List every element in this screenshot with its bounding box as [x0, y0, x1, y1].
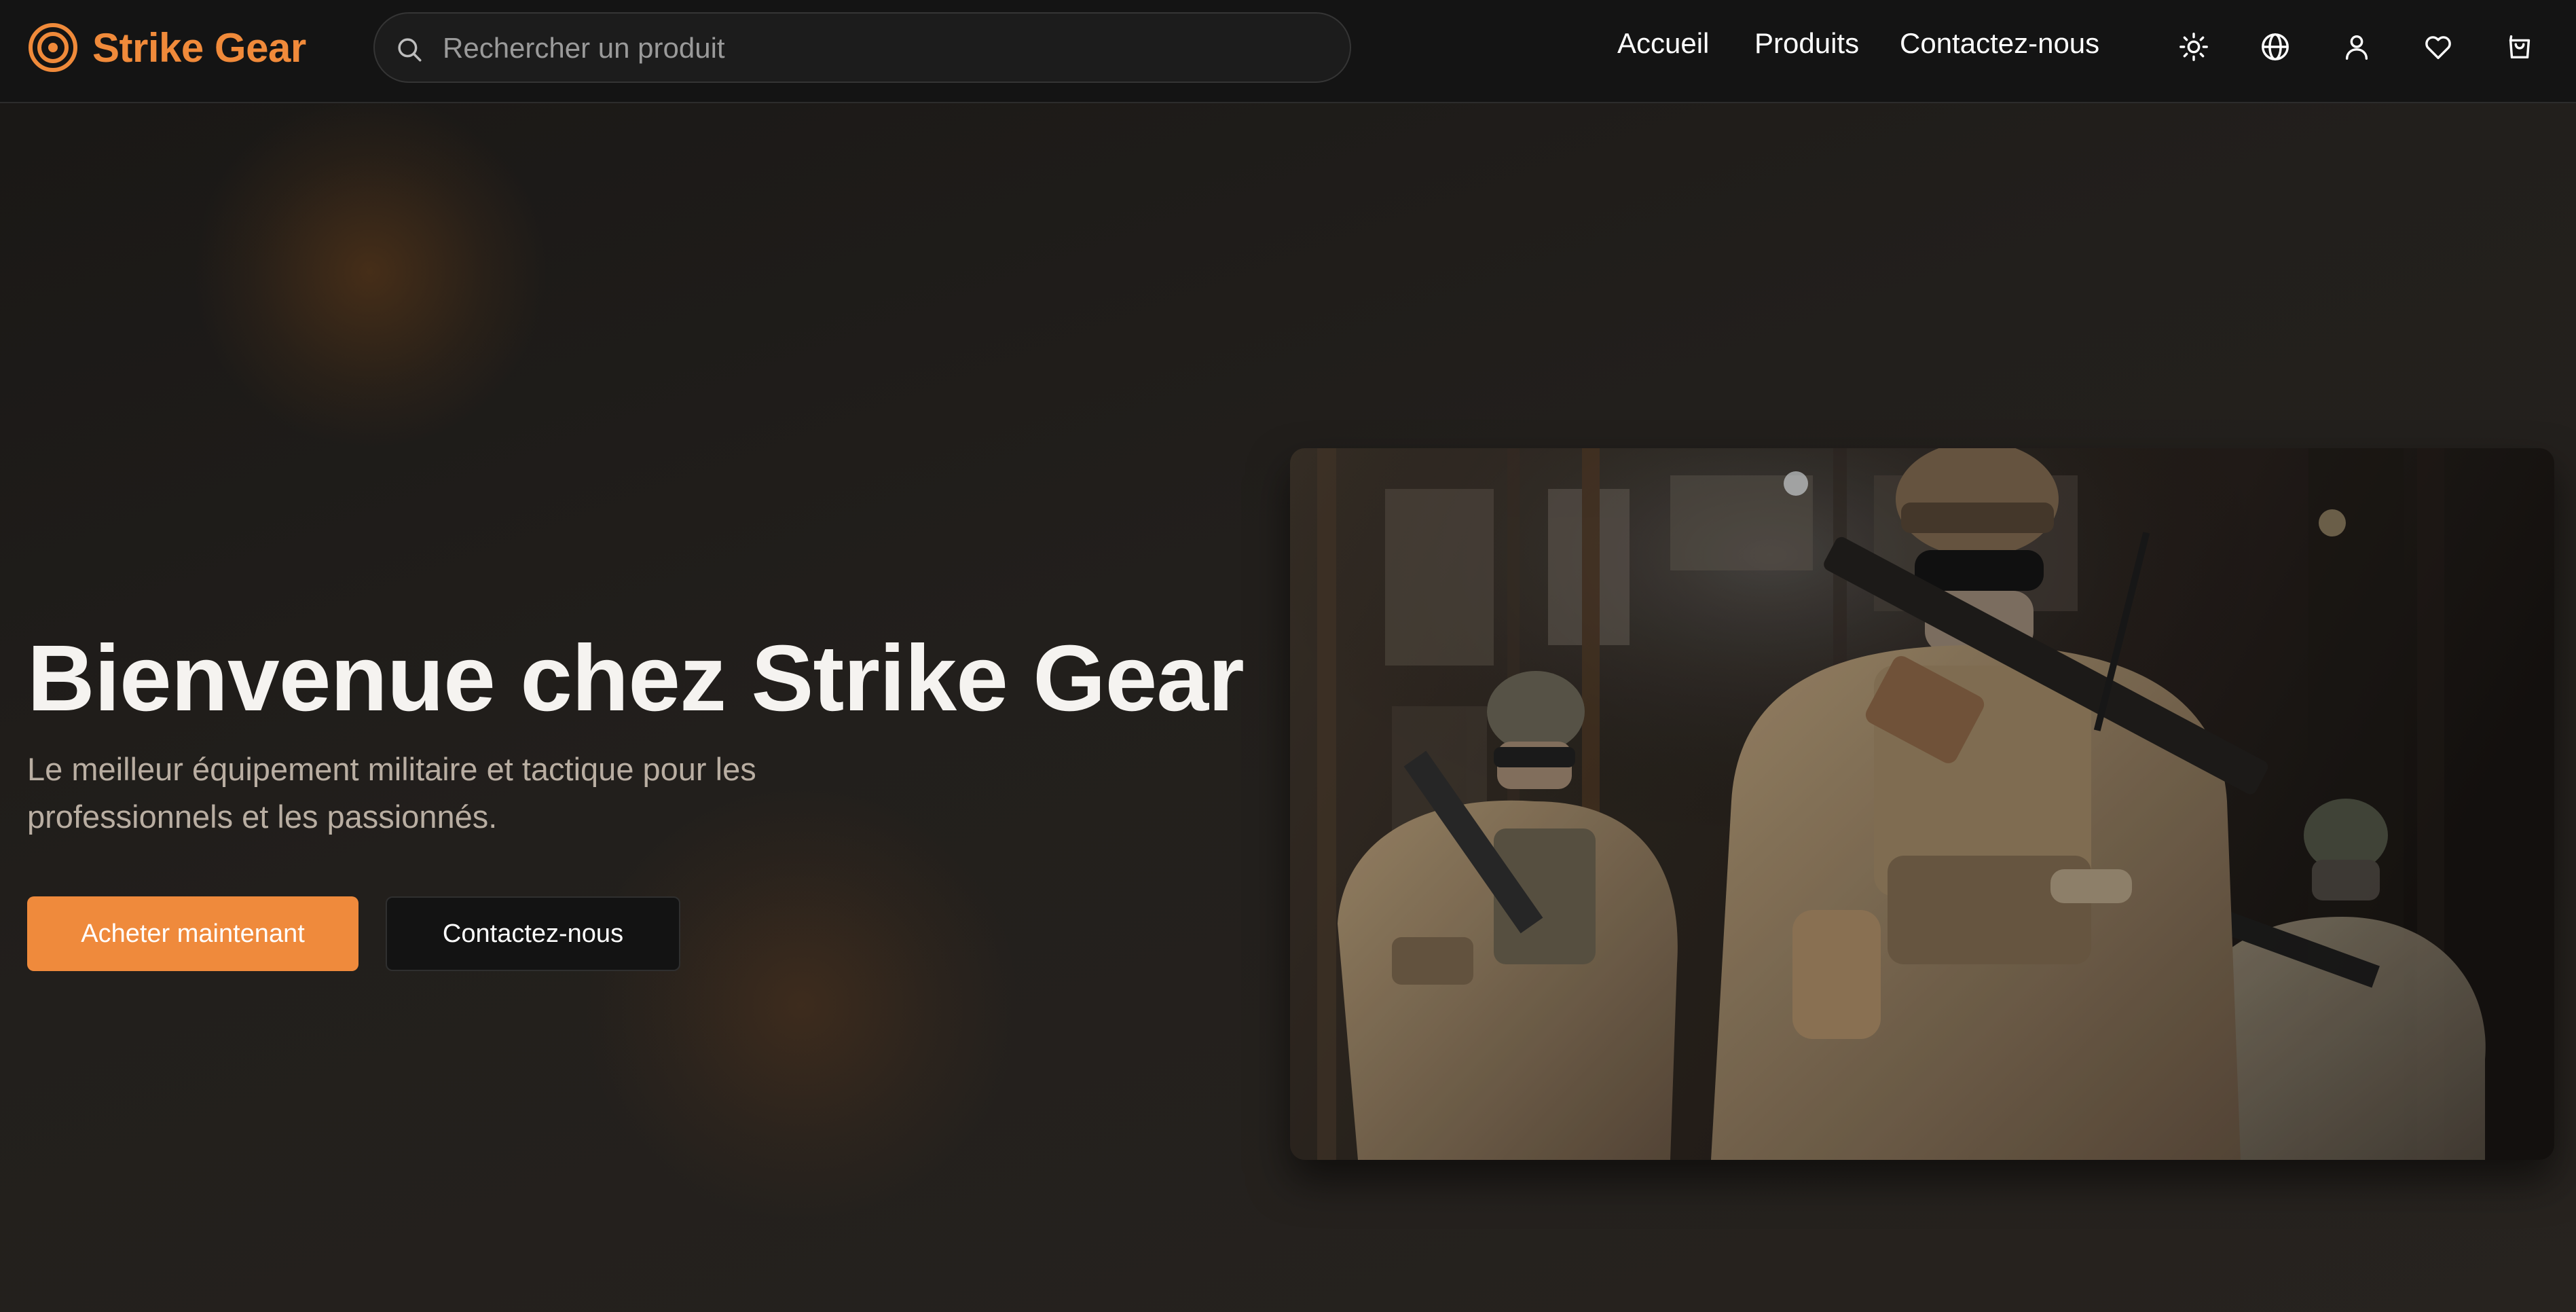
contact-us-button[interactable]: Contactez-nous [386, 896, 680, 971]
target-logo-icon [29, 23, 77, 72]
nav-home-link[interactable]: Accueil [1617, 27, 1709, 68]
search-icon [398, 38, 422, 62]
cart-bag-icon[interactable] [2504, 31, 2535, 62]
brand-logo[interactable]: Strike Gear [27, 20, 306, 75]
brand-name: Strike Gear [92, 24, 306, 71]
hero-title: Bienvenue chez Strike Gear [27, 626, 1245, 731]
theme-toggle-icon[interactable] [2178, 31, 2209, 62]
wishlist-heart-icon[interactable] [2423, 31, 2454, 62]
search-bar[interactable] [373, 12, 1351, 83]
hero-soldiers-image [1290, 448, 2554, 1160]
nav-contact-link[interactable]: Contactez-nous [1900, 27, 2099, 68]
search-input[interactable] [443, 24, 1325, 72]
language-globe-icon[interactable] [2260, 31, 2291, 62]
hero-subtitle: Le meilleur équipement militaire et tact… [27, 751, 756, 835]
site-header: Strike Gear Accueil Produits Contactez-n… [0, 0, 2576, 103]
shop-now-button[interactable]: Acheter maintenant [27, 896, 358, 971]
page: Strike Gear Accueil Produits Contactez-n… [0, 0, 2576, 1312]
nav-products-link[interactable]: Produits [1754, 27, 1859, 68]
account-user-icon[interactable] [2341, 31, 2372, 62]
